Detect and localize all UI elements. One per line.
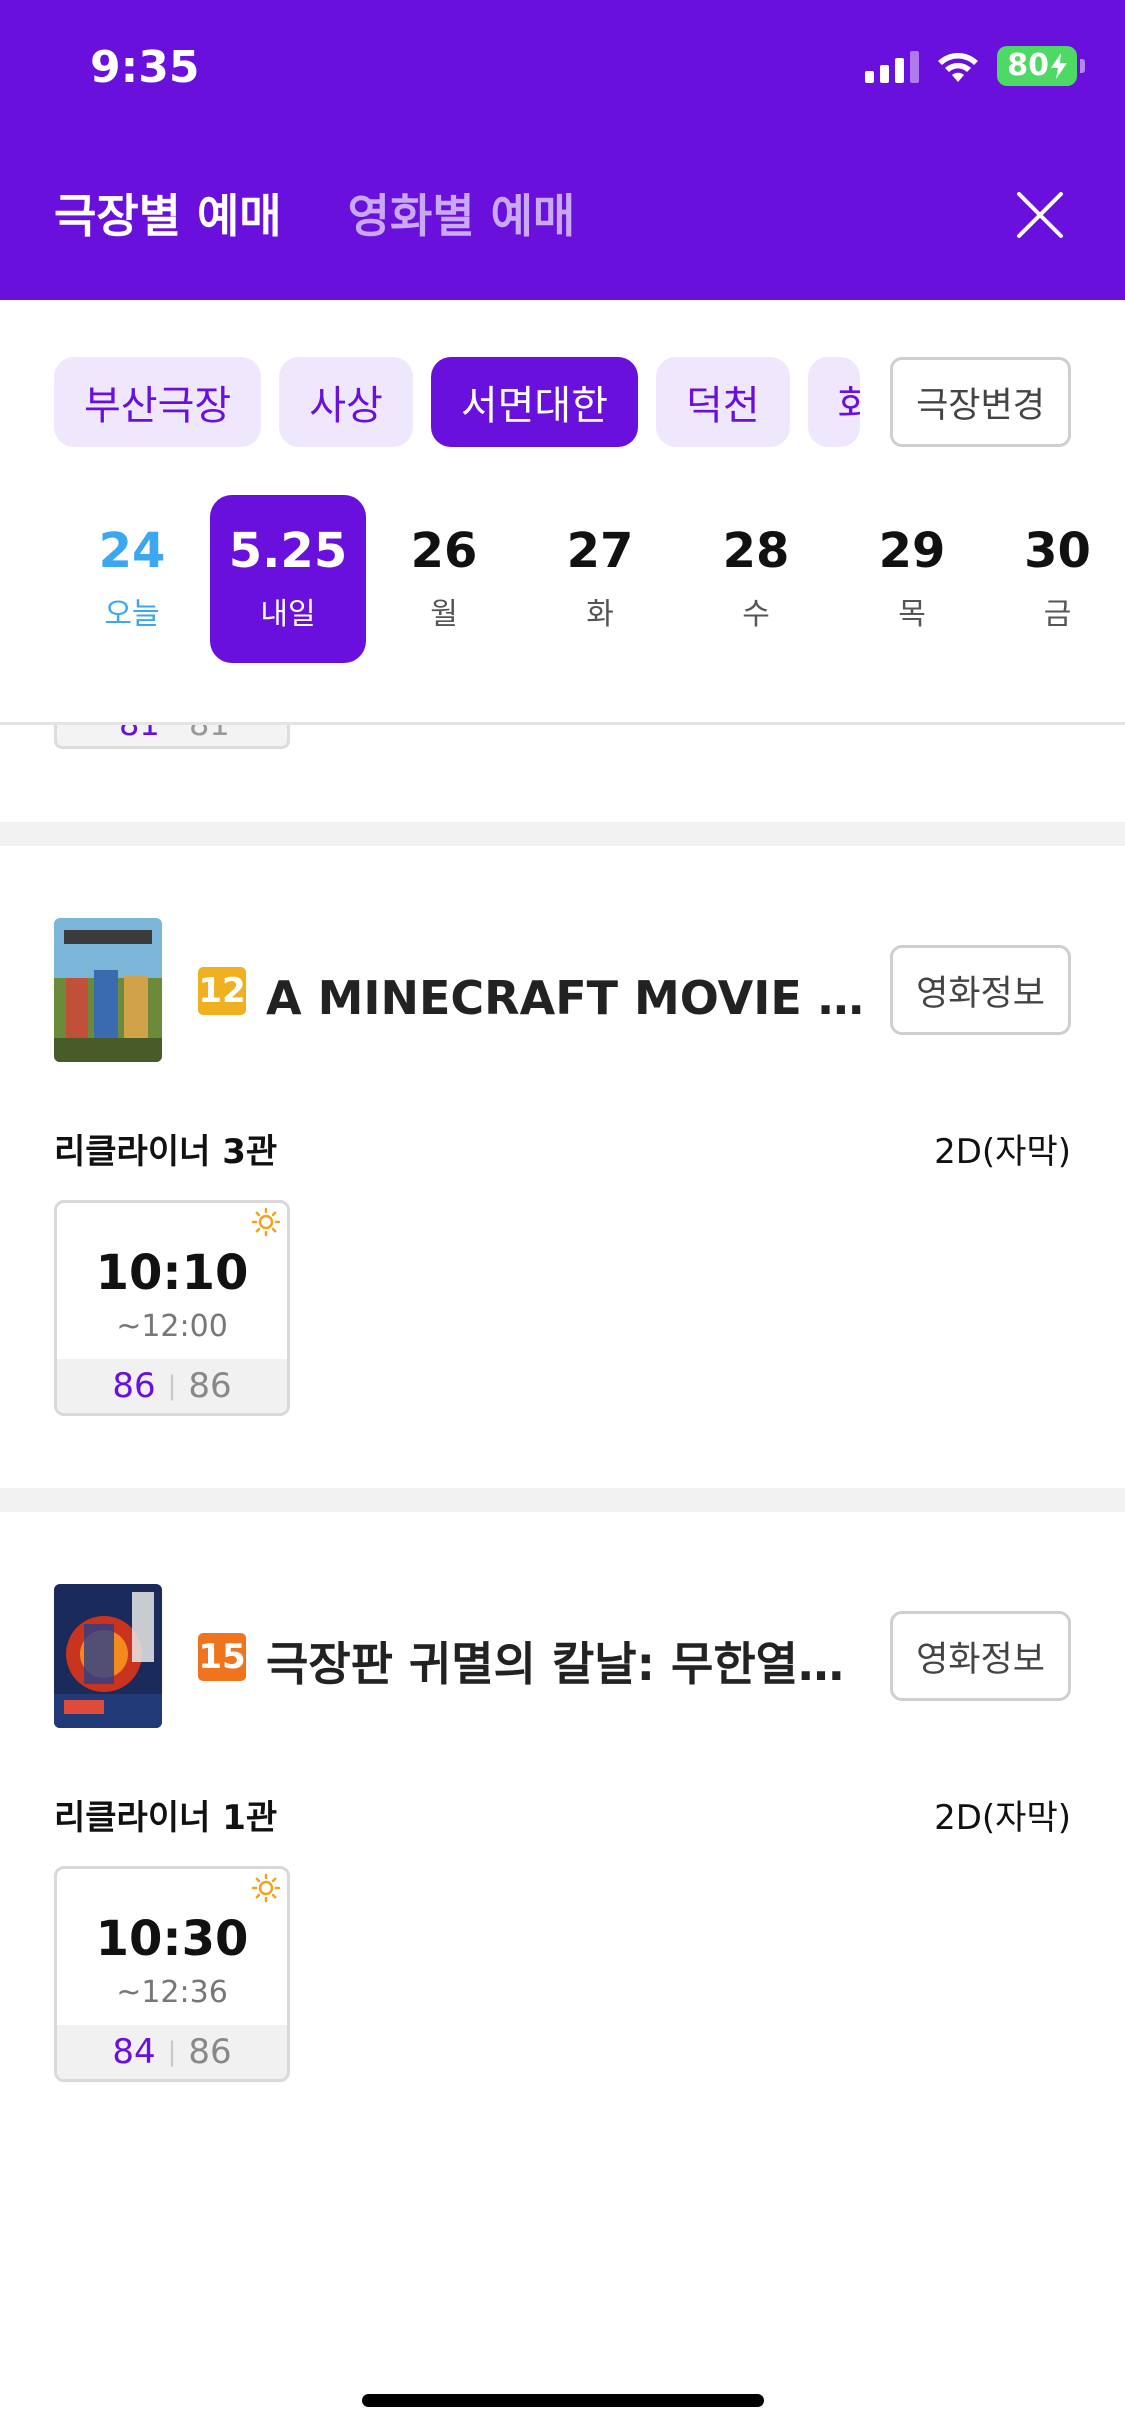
showtime-card[interactable]: 10:10 ~12:00 86 | 86 — [54, 1200, 290, 1416]
date-number: 29 — [878, 522, 946, 579]
seat-total: 81 — [189, 725, 230, 743]
header: 9:35 80 극장별 예매 영화별 예매 — [0, 0, 1125, 300]
status-time: 9:35 — [90, 42, 200, 93]
change-theater-button[interactable]: 극장변경 — [890, 357, 1071, 447]
date-day: 오늘 — [104, 597, 160, 633]
date-item-25[interactable]: 5.25 내일 — [210, 495, 366, 663]
date-number: 5.25 — [228, 522, 348, 579]
seat-available: 81 — [119, 725, 160, 743]
date-item-26[interactable]: 26 월 — [366, 495, 522, 663]
tab-by-movie[interactable]: 영화별 예매 — [348, 180, 576, 246]
date-day: 내일 — [260, 597, 316, 633]
screen-format: 2D(자막) — [934, 1798, 1071, 1838]
theater-chip-deokcheon[interactable]: 덕천 — [656, 357, 790, 447]
theater-chip-seomyeon[interactable]: 서면대한 — [430, 357, 639, 447]
tab-by-theater[interactable]: 극장별 예매 — [54, 180, 282, 246]
battery-level: 80 — [1007, 48, 1049, 83]
divider — [0, 722, 1125, 725]
previous-showtime-card[interactable]: 81 81 — [54, 725, 290, 749]
close-icon[interactable] — [1015, 190, 1065, 240]
date-item-30[interactable]: 30 금 — [990, 495, 1125, 663]
movie-title[interactable]: 극장판 귀멸의 칼날: 무한열차편 — [266, 1628, 866, 1694]
screen-format: 2D(자막) — [934, 1132, 1071, 1172]
age-rating-15-badge: 15 — [198, 1633, 246, 1681]
status-icons: 80 — [865, 46, 1085, 86]
cellular-signal-icon — [865, 49, 920, 83]
movie-info-button[interactable]: 영화정보 — [890, 1611, 1071, 1701]
movie-info-button[interactable]: 영화정보 — [890, 945, 1071, 1035]
theater-chip-sasang[interactable]: 사상 — [279, 357, 413, 447]
date-number: 27 — [566, 522, 634, 579]
movie-section-minecraft: 12 A MINECRAFT MOVIE 마인크래프트 무비 영화정보 리클라이… — [0, 846, 1125, 1488]
movie-poster[interactable] — [54, 918, 162, 1062]
battery-icon: 80 — [997, 46, 1085, 86]
showtime-start: 10:30 — [95, 1911, 249, 1967]
charging-bolt-icon — [1051, 53, 1067, 79]
movie-title[interactable]: A MINECRAFT MOVIE 마인크래프트 무비 — [266, 962, 866, 1028]
theater-chips: 부산극장 사상 서면대한 덕천 화 — [54, 357, 860, 447]
date-day: 화 — [586, 597, 614, 633]
home-indicator[interactable] — [362, 2394, 764, 2407]
age-rating-12-badge: 12 — [198, 967, 246, 1015]
theater-chip-partial[interactable]: 화 — [807, 357, 860, 447]
seat-available: 86 — [112, 1366, 156, 1406]
date-day: 목 — [898, 597, 926, 633]
date-item-27[interactable]: 27 화 — [522, 495, 678, 663]
showtime-end: ~12:00 — [116, 1309, 228, 1344]
date-day: 금 — [1043, 597, 1072, 633]
date-number: 28 — [722, 522, 790, 579]
movie-poster[interactable] — [54, 1584, 162, 1728]
wifi-icon — [938, 53, 979, 82]
date-number: 30 — [1024, 522, 1091, 579]
date-item-29[interactable]: 29 목 — [834, 495, 990, 663]
showtime-start: 10:10 — [95, 1245, 249, 1301]
movie-section-demon-slayer: 15 극장판 귀멸의 칼날: 무한열차편 영화정보 리클라이너 1관 2D(자막… — [0, 1512, 1125, 2172]
date-selector: 24 오늘 5.25 내일 26 월 27 화 28 수 29 목 30 금 — [54, 495, 1125, 663]
seat-total: 86 — [188, 1366, 232, 1406]
seat-total: 86 — [188, 2032, 232, 2072]
section-separator — [0, 822, 1125, 846]
date-number: 24 — [98, 522, 166, 579]
showtime-end: ~12:36 — [116, 1975, 228, 2010]
seat-count: 86 | 86 — [57, 1359, 287, 1413]
seat-count: 84 | 86 — [57, 2025, 287, 2079]
seat-available: 84 — [112, 2032, 156, 2072]
morning-sun-icon — [251, 1207, 281, 1237]
theater-chip-busan[interactable]: 부산극장 — [54, 357, 262, 447]
date-day: 월 — [430, 597, 458, 633]
section-separator — [0, 1488, 1125, 1512]
morning-sun-icon — [251, 1873, 281, 1903]
date-day: 수 — [742, 597, 770, 633]
booking-tabs: 극장별 예매 영화별 예매 — [54, 180, 575, 246]
date-item-28[interactable]: 28 수 — [678, 495, 834, 663]
screen-name: 리클라이너 1관 — [54, 1798, 278, 1838]
date-item-24[interactable]: 24 오늘 — [54, 495, 210, 663]
showtime-card[interactable]: 10:30 ~12:36 84 | 86 — [54, 1866, 290, 2082]
date-number: 26 — [410, 522, 478, 579]
screen-name: 리클라이너 3관 — [54, 1132, 278, 1172]
